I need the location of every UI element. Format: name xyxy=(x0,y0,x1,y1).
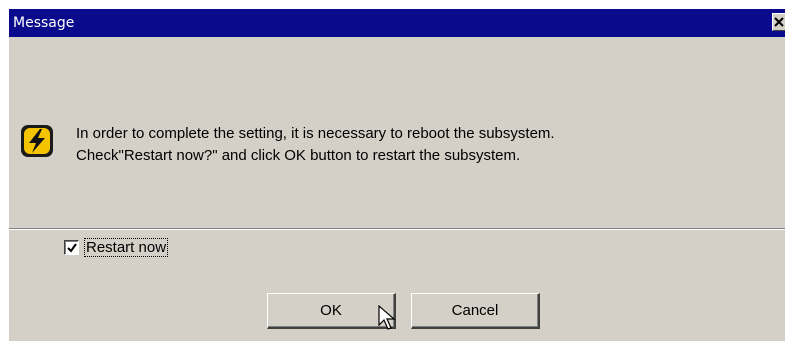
checkbox-box[interactable] xyxy=(64,240,79,255)
cancel-button[interactable]: Cancel xyxy=(411,293,540,329)
window-title: Message xyxy=(13,15,75,31)
restart-now-checkbox[interactable]: Restart now xyxy=(64,238,169,257)
ok-button[interactable]: OK xyxy=(267,293,396,329)
restart-now-label[interactable]: Restart now xyxy=(83,238,169,257)
message-line-2: Check"Restart now?" and click OK button … xyxy=(76,147,521,164)
warning-lightning-icon xyxy=(21,125,53,157)
message-dialog: Message In order to complete the setting… xyxy=(8,8,785,341)
close-button[interactable] xyxy=(772,13,785,31)
title-bar[interactable]: Message xyxy=(9,9,785,37)
message-line-1: In order to complete the setting, it is … xyxy=(76,125,555,142)
checkmark-icon xyxy=(66,242,77,253)
divider xyxy=(9,229,785,230)
message-area: In order to complete the setting, it is … xyxy=(9,37,785,229)
close-x-icon xyxy=(774,17,784,27)
